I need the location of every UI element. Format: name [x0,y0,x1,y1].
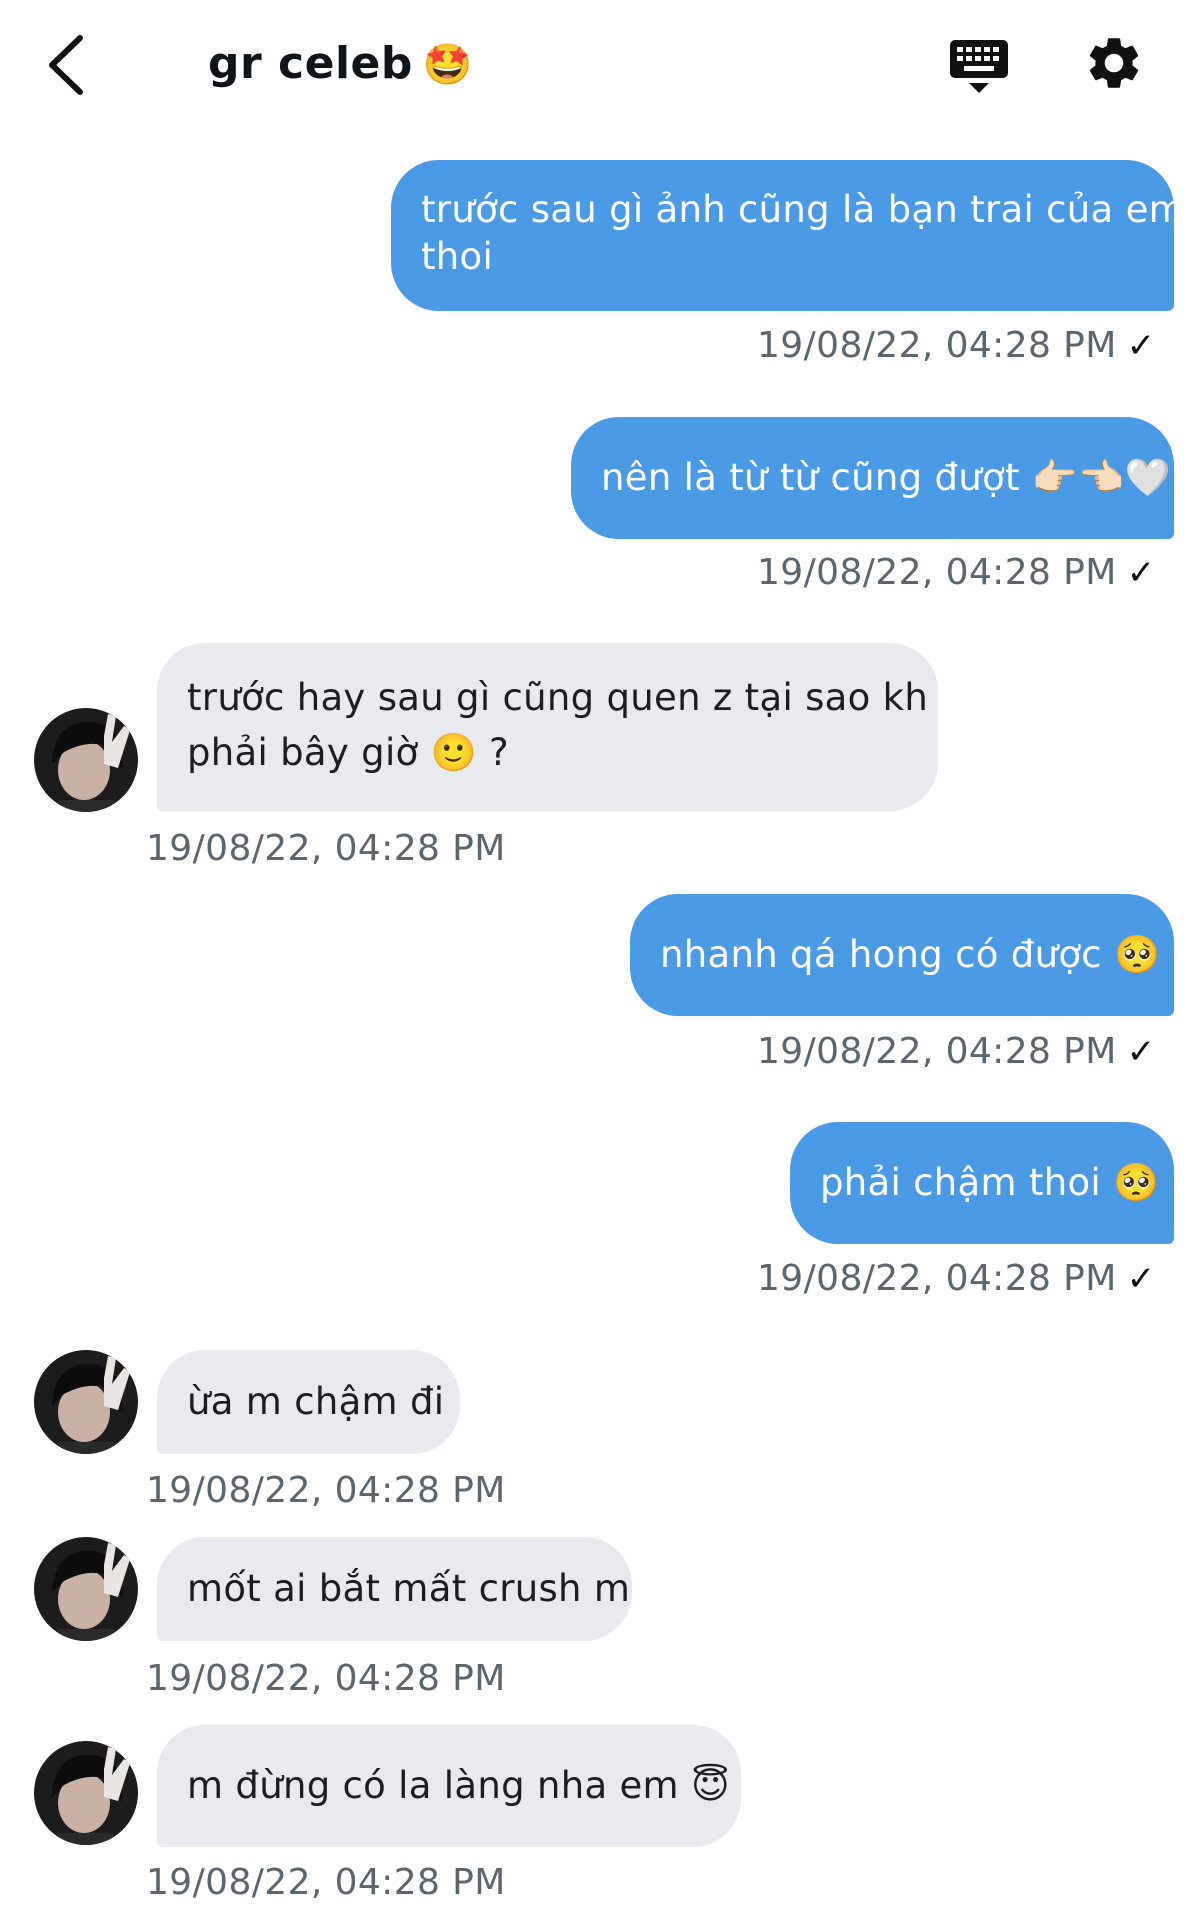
keyboard-icon [950,40,1008,93]
timestamp-text: 19/08/22, 04:28 PM [146,1658,506,1699]
conversation-title-text: gr celeb [208,38,413,89]
message-text: ừa m chậm đi [187,1380,445,1423]
chevron-left-icon [49,35,83,95]
message-bubble[interactable]: mốt ai bắt mất crush m [157,1537,632,1641]
gear-icon [1089,38,1139,88]
message-timestamp: 19/08/22, 04:28 PM ✓ [757,1031,1156,1072]
message-text: phải chậm thoi 🥺 [820,1161,1160,1204]
avatar[interactable] [34,1741,138,1845]
avatar[interactable] [34,1350,138,1454]
message-text-line: phải bây giờ 🙂 ? [187,731,509,774]
chat-header: gr celeb 🤩 [0,0,1203,130]
keyboard-button[interactable] [948,34,1010,96]
avatar[interactable] [34,1537,138,1641]
settings-button[interactable] [1083,32,1145,94]
message-timestamp: 19/08/22, 04:28 PM [146,1862,506,1903]
message-bubble[interactable]: trước sau gì ảnh cũng là bạn trai của em… [391,160,1185,311]
message-text: nên là từ từ cũng đượt 👉🏻👈🏻🤍 [601,456,1171,499]
timestamp-text: 19/08/22, 04:28 PM [757,325,1117,366]
user-avatar-icon [34,1741,138,1845]
user-avatar-icon [34,708,138,812]
timestamp-text: 19/08/22, 04:28 PM [757,552,1117,593]
conversation-title[interactable]: gr celeb 🤩 [208,38,473,89]
message-timestamp: 19/08/22, 04:28 PM ✓ [757,1258,1156,1299]
sent-check-icon: ✓ [1126,326,1156,366]
timestamp-text: 19/08/22, 04:28 PM [146,1862,506,1903]
message-timestamp: 19/08/22, 04:28 PM ✓ [757,325,1156,366]
message-bubble[interactable]: nhanh qá hong có được 🥺 [630,894,1174,1016]
message-text: m đừng có la làng nha em 😇 [187,1764,730,1807]
timestamp-text: 19/08/22, 04:28 PM [146,1470,506,1511]
message-bubble[interactable]: ừa m chậm đi [157,1350,460,1454]
message-bubble[interactable]: nên là từ từ cũng đượt 👉🏻👈🏻🤍 [571,417,1174,539]
message-text: nhanh qá hong có được 🥺 [660,933,1161,976]
avatar[interactable] [34,708,138,812]
timestamp-text: 19/08/22, 04:28 PM [146,828,506,869]
message-text-line: thoi [421,235,494,278]
sent-check-icon: ✓ [1126,1259,1156,1299]
message-bubble[interactable]: phải chậm thoi 🥺 [790,1122,1174,1244]
message-bubble[interactable]: m đừng có la làng nha em 😇 [157,1725,741,1847]
star-struck-emoji: 🤩 [422,42,474,88]
message-timestamp: 19/08/22, 04:28 PM ✓ [757,552,1156,593]
timestamp-text: 19/08/22, 04:28 PM [757,1258,1117,1299]
message-text-line: trước hay sau gì cũng quen z tại sao kh [187,676,929,719]
message-bubble[interactable]: trước hay sau gì cũng quen z tại sao kh … [157,643,938,811]
message-text-line: trước sau gì ảnh cũng là bạn trai của em [421,188,1185,231]
user-avatar-icon [34,1537,138,1641]
sent-check-icon: ✓ [1126,553,1156,593]
message-text: mốt ai bắt mất crush m [187,1567,631,1610]
sent-check-icon: ✓ [1126,1032,1156,1072]
timestamp-text: 19/08/22, 04:28 PM [757,1031,1117,1072]
message-timestamp: 19/08/22, 04:28 PM [146,1658,506,1699]
message-timestamp: 19/08/22, 04:28 PM [146,828,506,869]
back-button[interactable] [40,30,96,100]
message-timestamp: 19/08/22, 04:28 PM [146,1470,506,1511]
user-avatar-icon [34,1350,138,1454]
